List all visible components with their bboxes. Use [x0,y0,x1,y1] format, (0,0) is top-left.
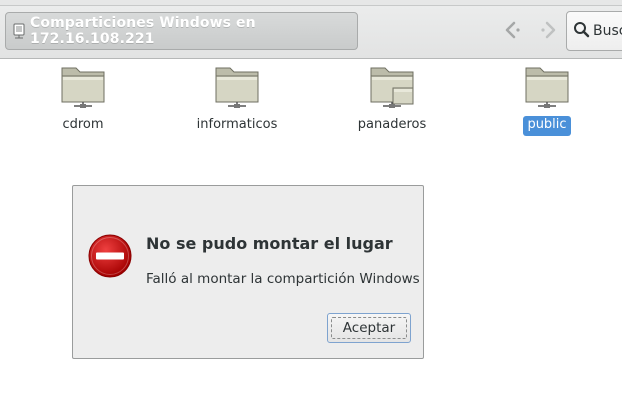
network-share-icon [12,23,26,39]
chevron-left-icon [505,21,520,39]
accept-button-label: Aceptar [342,320,396,336]
folder-label: informaticos [196,117,278,132]
chevron-right-icon [541,21,556,39]
folder-item-informaticos[interactable]: informaticos [182,64,292,140]
folder-label: panaderos [357,117,427,132]
folder-label: public [523,116,571,136]
error-dialog: No se pudo montar el lugar Falló al mont… [72,185,424,359]
folder-remote-icon [525,67,569,108]
folder-remote-icon [370,67,414,108]
path-bar-button[interactable]: Comparticiones Windows en 172.16.108.221 [5,12,358,50]
search-button[interactable]: Busc [566,11,622,51]
window-top-edge [0,0,622,6]
dialog-message: Falló al montar la compartición Windows [146,271,420,287]
folder-item-cdrom[interactable]: cdrom [28,64,138,140]
folder-item-panaderos[interactable]: panaderos [337,64,447,140]
folder-label: cdrom [62,117,104,132]
folder-remote-icon [61,67,105,108]
search-label: Busc [593,23,622,39]
back-button[interactable] [502,17,524,43]
accept-button[interactable]: Aceptar [327,313,411,343]
forward-button[interactable] [537,17,559,43]
path-bar-label: Comparticiones Windows en 172.16.108.221 [30,15,256,47]
toolbar: Comparticiones Windows en 172.16.108.221… [0,0,622,59]
folder-item-public[interactable]: public [492,64,602,140]
dialog-title: No se pudo montar el lugar [146,234,393,253]
folder-remote-icon [215,67,259,108]
magnifier-icon [573,21,590,42]
error-icon [88,234,132,278]
file-manager-window: Comparticiones Windows en 172.16.108.221… [0,0,622,408]
